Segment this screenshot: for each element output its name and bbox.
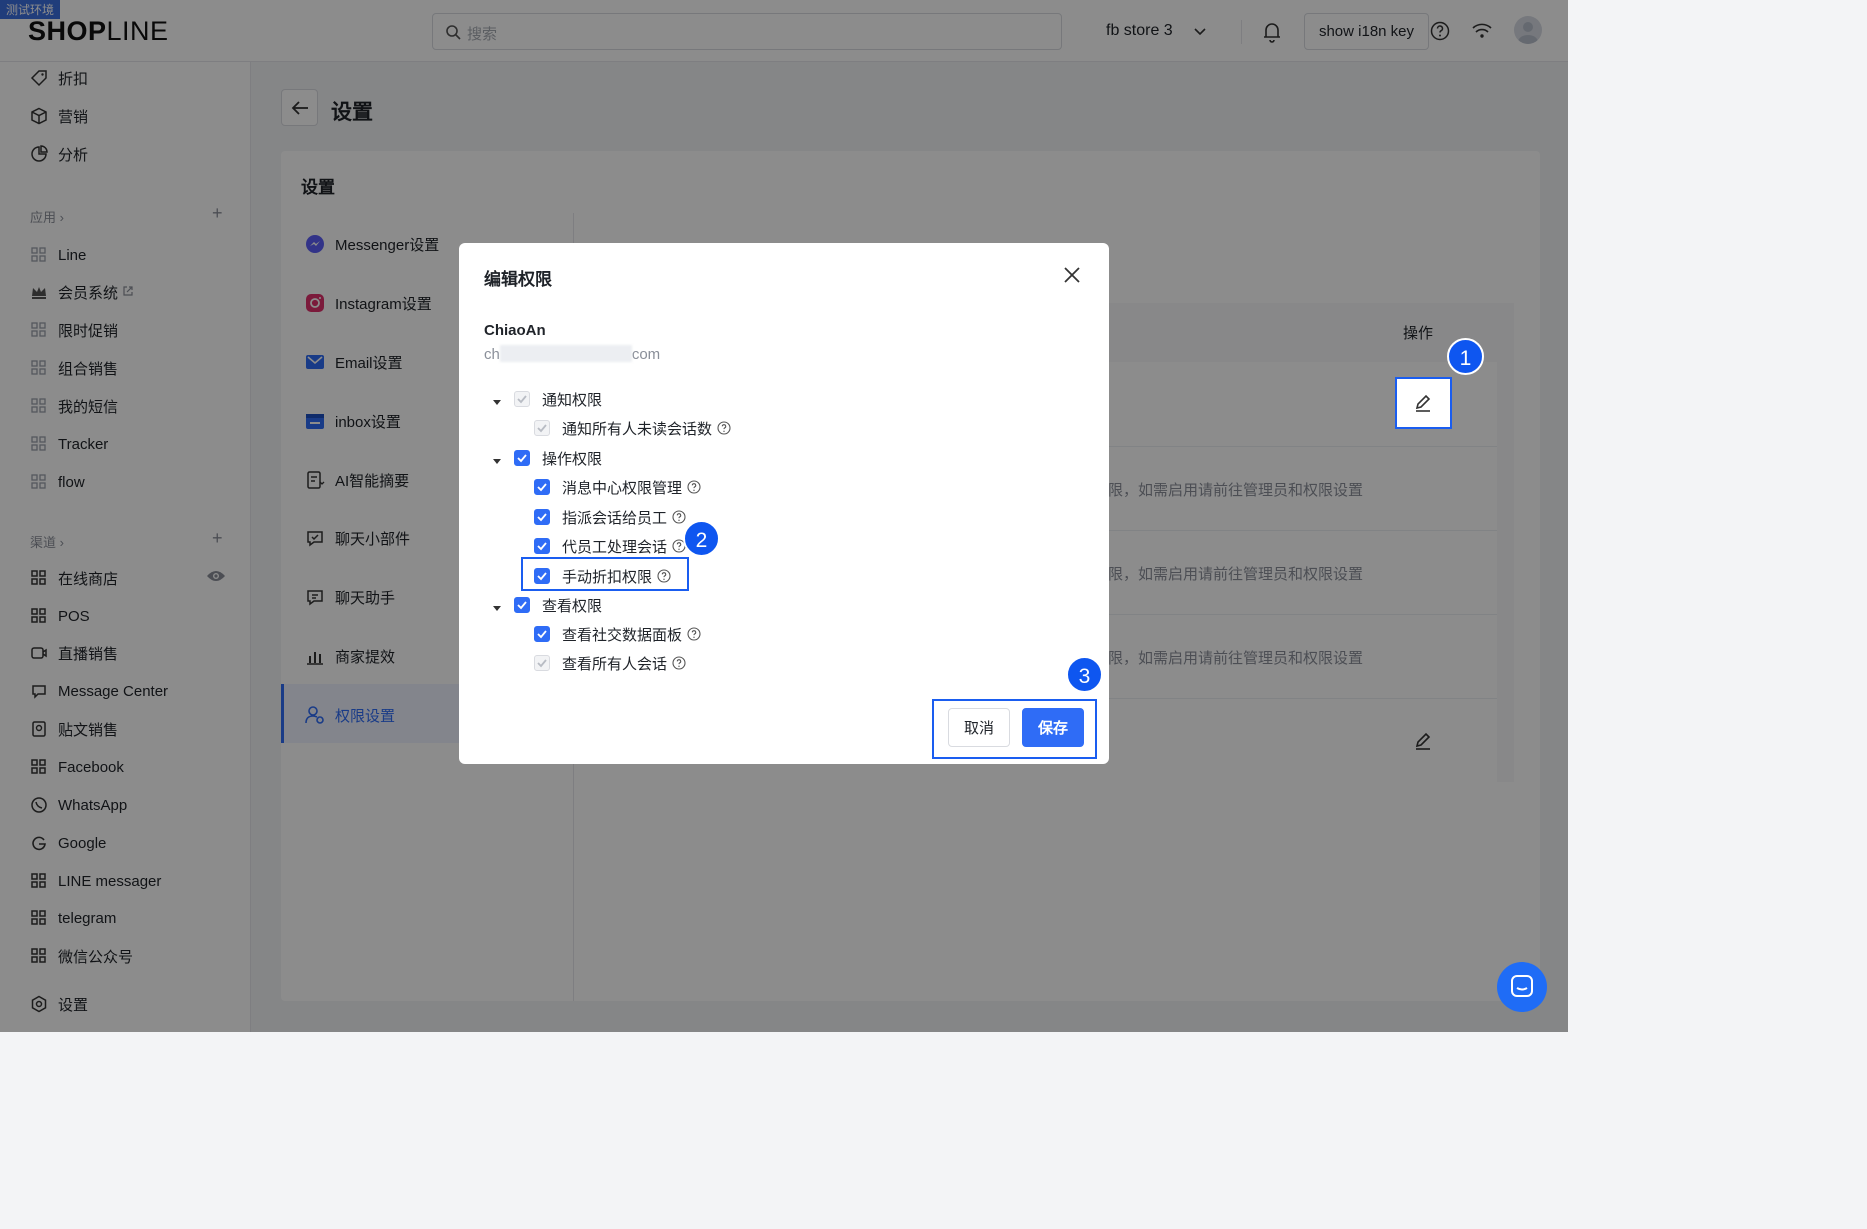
permission-label: 指派会话给员工: [562, 509, 668, 527]
highlight-discount-permission: [521, 557, 689, 591]
caret-down-icon[interactable]: [492, 600, 502, 611]
permission-checkbox: [534, 655, 550, 671]
permission-item: 查看所有人会话: [534, 652, 686, 674]
permission-item: 消息中心权限管理: [534, 476, 701, 498]
permission-checkbox[interactable]: [514, 450, 530, 466]
edit-permission-modal: 编辑权限 ChiaoAn ch com 通知权限通知所有人未读会话数操作权限消息中…: [459, 243, 1109, 764]
permission-item: 指派会话给员工: [534, 506, 686, 528]
permission-checkbox[interactable]: [534, 479, 550, 495]
user-email: ch com: [484, 345, 661, 363]
chat-launcher-button[interactable]: [1497, 962, 1547, 1012]
caret-down-icon[interactable]: [492, 453, 502, 464]
help-icon[interactable]: [687, 480, 701, 494]
permission-group: 查看权限: [492, 594, 602, 616]
close-icon[interactable]: [1062, 265, 1082, 285]
caret-down-icon[interactable]: [492, 394, 502, 405]
help-icon[interactable]: [672, 510, 686, 524]
modal-title: 编辑权限: [484, 270, 552, 289]
permission-checkbox: [534, 420, 550, 436]
permission-item: 代员工处理会话: [534, 535, 686, 557]
permission-item: 通知所有人未读会话数: [534, 417, 731, 439]
step-marker-1: 1: [1447, 338, 1484, 375]
permission-checkbox[interactable]: [534, 626, 550, 642]
highlight-action-buttons: [932, 699, 1097, 759]
redacted-email: [499, 345, 632, 362]
permission-item: 查看社交数据面板: [534, 623, 701, 645]
permission-label: 代员工处理会话: [562, 538, 668, 556]
permission-label: 通知权限: [542, 391, 603, 409]
permission-label: 查看权限: [542, 597, 603, 615]
step-marker-2: 2: [683, 520, 720, 557]
permission-checkbox[interactable]: [534, 538, 550, 554]
edit-icon[interactable]: [1413, 393, 1433, 413]
permission-checkbox: [514, 391, 530, 407]
permission-label: 查看社交数据面板: [562, 626, 683, 644]
user-name: ChiaoAn: [484, 322, 546, 339]
permission-label: 操作权限: [542, 450, 603, 468]
permission-group: 通知权限: [492, 388, 602, 410]
permission-checkbox[interactable]: [514, 597, 530, 613]
permission-group: 操作权限: [492, 447, 602, 469]
help-icon[interactable]: [672, 656, 686, 670]
permission-label: 通知所有人未读会话数: [562, 420, 713, 438]
permission-label: 查看所有人会话: [562, 655, 668, 673]
permission-label: 消息中心权限管理: [562, 479, 683, 497]
help-icon[interactable]: [717, 421, 731, 435]
step-marker-3: 3: [1066, 656, 1103, 693]
highlight-edit-box: [1395, 377, 1452, 429]
chat-icon: [1511, 975, 1533, 997]
permission-checkbox[interactable]: [534, 509, 550, 525]
help-icon[interactable]: [687, 627, 701, 641]
